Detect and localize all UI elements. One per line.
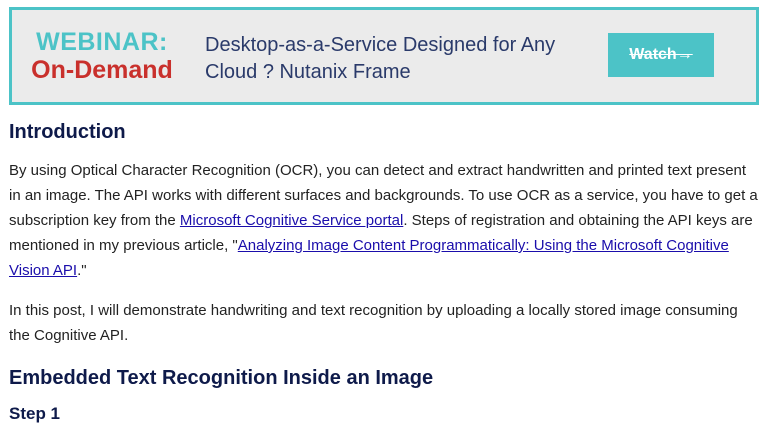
introduction-heading: Introduction — [9, 121, 126, 143]
step-heading: Step 1 — [9, 404, 61, 423]
intro-paragraph: By using Optical Character Recognition (… — [9, 158, 761, 283]
webinar-banner[interactable]: WEBINAR: On-Demand Desktop-as-a-Service … — [9, 7, 759, 105]
section-heading: Embedded Text Recognition Inside an Imag… — [9, 367, 434, 389]
on-demand-label: On-Demand — [31, 56, 173, 84]
webinar-title[interactable]: Desktop-as-a-Service Designed for Any Cl… — [205, 32, 585, 86]
webinar-badge: WEBINAR: On-Demand — [12, 28, 192, 84]
cognitive-service-portal-link[interactable]: Microsoft Cognitive Service portal — [180, 212, 403, 229]
demo-paragraph: In this post, I will demonstrate handwri… — [9, 302, 738, 344]
watch-button[interactable]: Watch→ — [608, 33, 714, 77]
article-body: Introduction By using Optical Character … — [9, 118, 761, 425]
webinar-label: WEBINAR: — [36, 28, 168, 56]
intro-text-3: ." — [77, 262, 87, 279]
